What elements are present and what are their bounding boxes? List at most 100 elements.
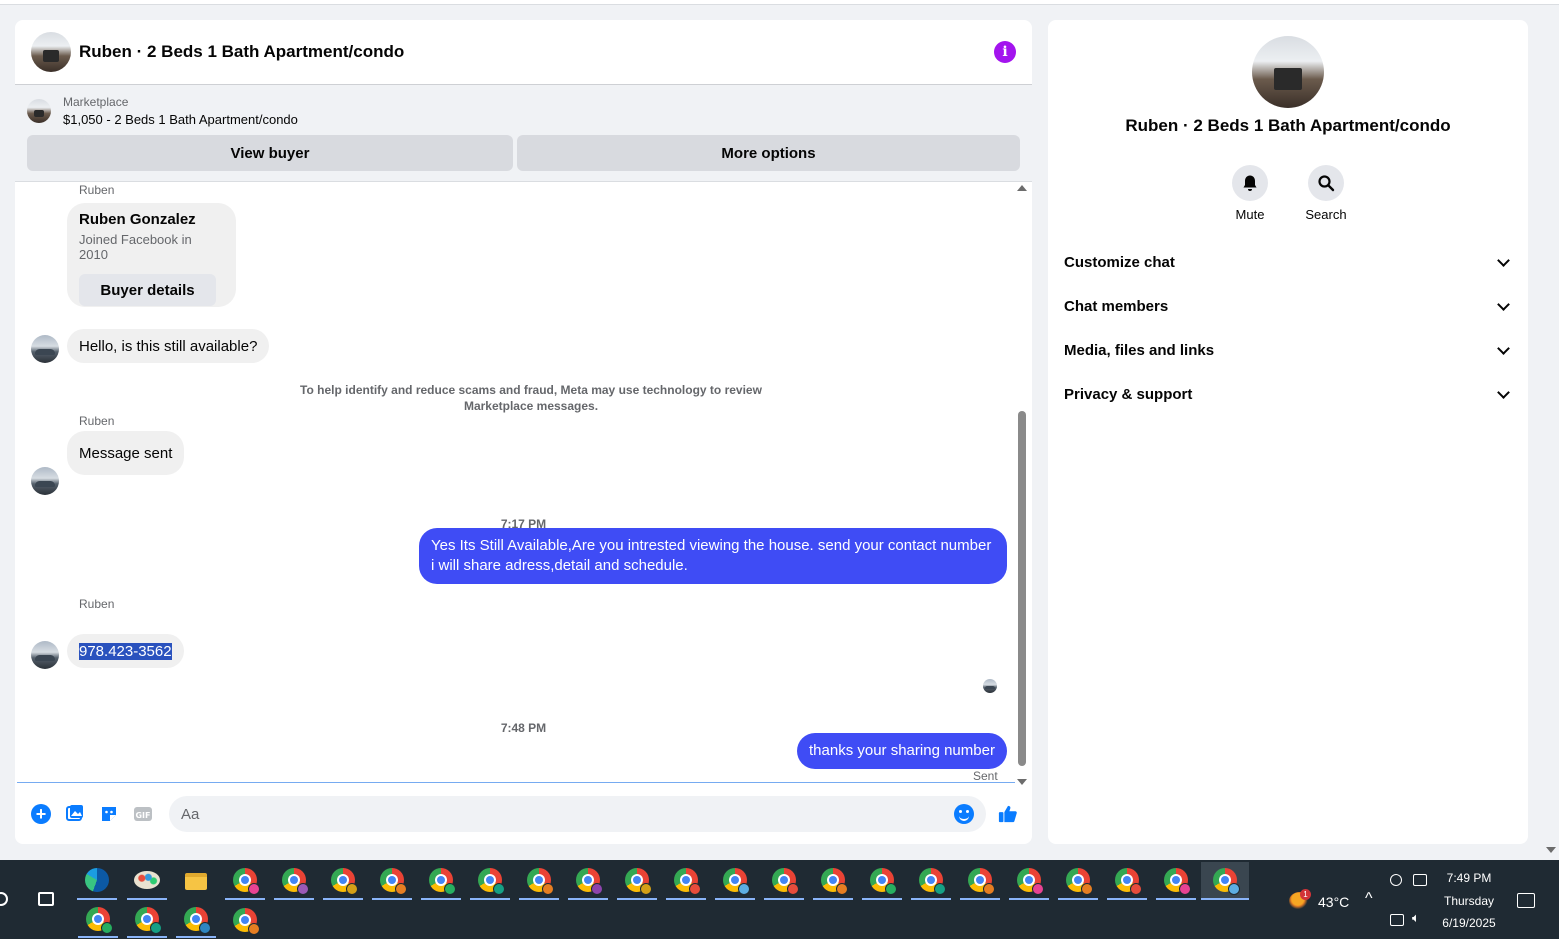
chat-members-row[interactable]: Chat members [1048, 284, 1528, 328]
chevron-down-icon [1497, 385, 1510, 399]
remote-display-icon[interactable] [1413, 874, 1427, 886]
chrome-profile-icon[interactable] [617, 862, 657, 900]
incoming-message[interactable]: 978.423-3562 [67, 634, 184, 668]
search-label: Search [1305, 207, 1347, 222]
buyer-joined: Joined Facebook in 2010 [79, 232, 192, 262]
sender-avatar[interactable] [31, 641, 59, 669]
marketplace-label: Marketplace [63, 95, 129, 109]
chrome-profile-icon[interactable] [1107, 862, 1147, 900]
chrome-profile-icon[interactable] [666, 862, 706, 900]
chrome-profile-icon[interactable] [127, 902, 167, 938]
chrome-profile-icon[interactable] [323, 862, 363, 900]
search-icon[interactable] [1308, 165, 1344, 201]
info-panel-title: Ruben · 2 Beds 1 Bath Apartment/condo [1125, 116, 1451, 135]
clock-date[interactable]: 6/19/2025 [1440, 916, 1498, 930]
browser-top-edge [0, 0, 1559, 5]
incoming-message[interactable]: Hello, is this still available? [67, 329, 270, 363]
mute-action[interactable]: Mute [1228, 165, 1272, 222]
buyer-card: Ruben Gonzalez Joined Facebook in 2010 B… [67, 203, 236, 307]
more-options-button[interactable]: More options [517, 135, 1020, 171]
mute-label: Mute [1235, 207, 1265, 222]
chrome-profile-icon[interactable] [1156, 862, 1196, 900]
file-explorer-icon[interactable] [176, 862, 216, 900]
message-input-wrapper[interactable] [169, 796, 986, 832]
outgoing-message[interactable]: Yes Its Still Available,Are you intreste… [419, 528, 1007, 584]
clock-day[interactable]: Thursday [1440, 894, 1498, 908]
gif-label: GIF [135, 811, 150, 820]
notification-icon[interactable] [1517, 893, 1535, 908]
sent-status: Sent [973, 769, 998, 783]
scroll-thumb[interactable] [1018, 411, 1026, 766]
phone-number[interactable]: 978.423-3562 [79, 642, 172, 660]
chevron-down-icon [1497, 341, 1510, 355]
marketplace-banner: Marketplace $1,050 - 2 Beds 1 Bath Apart… [15, 85, 1032, 182]
buyer-details-button[interactable]: Buyer details [79, 274, 216, 306]
chat-title[interactable]: Ruben · 2 Beds 1 Bath Apartment/condo [79, 42, 994, 62]
row-label: Privacy & support [1064, 385, 1193, 403]
chrome-profile-icon[interactable] [225, 902, 265, 938]
media-files-links-row[interactable]: Media, files and links [1048, 328, 1528, 372]
message-input[interactable] [181, 805, 954, 823]
chrome-profile-icon[interactable] [519, 862, 559, 900]
volume-icon[interactable]: 🔈︎ [1412, 910, 1420, 926]
edge-browser-icon[interactable] [77, 862, 117, 900]
chrome-profile-icon[interactable] [176, 902, 216, 938]
paint-app-icon[interactable] [127, 862, 167, 900]
row-label: Customize chat [1064, 253, 1175, 271]
chrome-profile-icon[interactable] [372, 862, 412, 900]
sender-avatar[interactable] [31, 335, 59, 363]
meet-now-icon[interactable] [1390, 874, 1402, 886]
sticker-icon[interactable] [99, 804, 119, 824]
sender-name: Ruben [79, 183, 115, 197]
chrome-profile-icon[interactable] [470, 862, 510, 900]
clock-time[interactable]: 7:49 PM [1440, 871, 1498, 885]
marketplace-listing[interactable]: Marketplace $1,050 - 2 Beds 1 Bath Apart… [27, 95, 1020, 127]
chrome-profile-icon[interactable] [813, 862, 853, 900]
message-scrollbar[interactable] [1016, 183, 1028, 785]
chevron-down-icon [1497, 297, 1510, 311]
chrome-profile-icon[interactable] [1009, 862, 1049, 900]
message-list[interactable]: Ruben Ruben Gonzalez Joined Facebook in … [15, 183, 1032, 783]
plus-icon[interactable]: + [31, 804, 51, 824]
privacy-support-row[interactable]: Privacy & support [1048, 372, 1528, 416]
customize-chat-row[interactable]: Customize chat [1048, 240, 1528, 284]
chrome-profile-icon[interactable] [1058, 862, 1098, 900]
view-buyer-button[interactable]: View buyer [27, 135, 513, 171]
thumbs-up-icon[interactable] [998, 804, 1018, 824]
incoming-message[interactable]: Message sent [67, 431, 185, 475]
chat-info-panel: Ruben · 2 Beds 1 Bath Apartment/condo Mu… [1048, 20, 1528, 844]
search-icon[interactable] [0, 892, 8, 906]
chrome-profile-icon[interactable] [960, 862, 1000, 900]
chrome-profile-icon[interactable] [764, 862, 804, 900]
scroll-down-arrow[interactable] [1017, 779, 1027, 785]
search-action[interactable]: Search [1304, 165, 1348, 222]
info-icon[interactable]: i [994, 41, 1016, 63]
task-view-icon[interactable] [38, 892, 54, 906]
sender-name: Ruben [79, 597, 115, 611]
listing-thumbnail [27, 99, 51, 123]
listing-profile-photo[interactable] [1252, 36, 1324, 108]
weather-badge: 1 [1300, 889, 1311, 900]
chrome-profile-icon[interactable] [225, 862, 265, 900]
listing-avatar[interactable] [31, 32, 71, 72]
chrome-profile-icon[interactable] [911, 862, 951, 900]
chrome-profile-icon[interactable] [78, 902, 118, 938]
chrome-profile-icon[interactable] [862, 862, 902, 900]
outgoing-message[interactable]: thanks your sharing number [797, 733, 1007, 769]
chevron-up-icon[interactable]: ^ [1365, 890, 1373, 908]
scroll-up-arrow[interactable] [1017, 185, 1027, 191]
emoji-icon[interactable] [954, 804, 974, 824]
chrome-profile-icon[interactable] [421, 862, 461, 900]
network-icon[interactable] [1390, 914, 1404, 926]
sender-avatar[interactable] [31, 467, 59, 495]
chrome-profile-icon-active[interactable] [1201, 862, 1249, 900]
page-scroll-down-arrow[interactable] [1546, 847, 1556, 853]
chrome-profile-icon[interactable] [715, 862, 755, 900]
gif-icon[interactable]: GIF [133, 804, 153, 824]
bell-icon[interactable] [1232, 165, 1268, 201]
chrome-profile-icon[interactable] [568, 862, 608, 900]
chrome-profile-icon[interactable] [274, 862, 314, 900]
photo-icon[interactable] [65, 804, 85, 824]
buyer-name: Ruben Gonzalez [79, 211, 196, 228]
temperature[interactable]: 43°C [1318, 894, 1349, 910]
